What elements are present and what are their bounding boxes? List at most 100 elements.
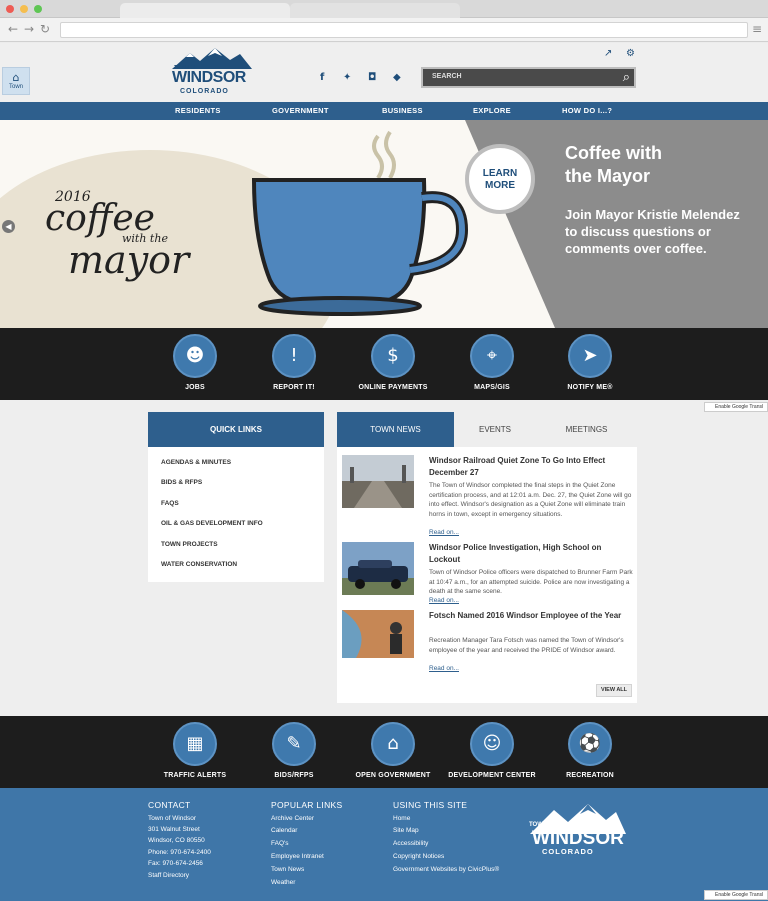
chevron-left-icon[interactable]: ◀ — [2, 220, 15, 233]
search-icon[interactable]: ⌕ — [623, 70, 630, 85]
address-bar[interactable] — [60, 22, 748, 38]
read-on-link[interactable]: Read on... — [429, 597, 459, 604]
tab-events[interactable]: EVENTS — [454, 412, 536, 447]
nav-government[interactable]: GOVERNMENT — [272, 106, 329, 115]
foursquare-icon[interactable]: ◆ — [393, 72, 401, 83]
tab-meetings[interactable]: MEETINGS — [536, 412, 637, 447]
railroad-photo[interactable] — [342, 455, 414, 508]
read-on-link[interactable]: Read on... — [429, 665, 459, 672]
site-footer: CONTACT Town of Windsor 301 Walnut Stree… — [0, 788, 768, 901]
footer-logo-state: COLORADO — [542, 847, 594, 856]
hero-title-line1: Coffee with — [565, 143, 662, 163]
share-icon[interactable]: ↗ — [604, 48, 612, 59]
logo-name: WINDSOR — [172, 69, 246, 86]
view-all-button[interactable]: VIEW ALL — [596, 684, 632, 697]
instagram-icon[interactable]: ◘ — [368, 72, 376, 83]
news-title[interactable]: Fotsch Named 2016 Windsor Employee of th… — [429, 610, 629, 622]
footer-contact-line: 301 Walnut Street — [148, 826, 200, 833]
footer-using-title: USING THIS SITE — [393, 800, 468, 810]
band-label: JOBS — [185, 384, 205, 391]
google-translate-button[interactable]: Enable Google Transl — [704, 890, 768, 900]
quick-link-item[interactable]: WATER CONSERVATION — [161, 561, 237, 568]
back-arrow-icon[interactable]: ← — [8, 22, 18, 36]
footer-link[interactable]: Employee Intranet — [271, 853, 324, 860]
menu-icon[interactable]: ≡ — [752, 22, 762, 36]
band-label: DEVELOPMENT CENTER — [448, 772, 536, 779]
band-item-open-government[interactable]: ⌂ OPEN GOVERNMENT — [348, 722, 438, 779]
footer-link[interactable]: Accessibility — [393, 840, 428, 847]
footer-link[interactable]: Archive Center — [271, 815, 314, 822]
nav-residents[interactable]: RESIDENTS — [175, 106, 221, 115]
band-item-traffic-alerts[interactable]: ▦ TRAFFIC ALERTS — [150, 722, 240, 779]
paper-plane-icon: ➤ — [568, 334, 612, 378]
band-label: REPORT IT! — [273, 384, 315, 391]
footer-link[interactable]: Site Map — [393, 827, 419, 834]
quick-link-item[interactable]: OIL & GAS DEVELOPMENT INFO — [161, 520, 263, 527]
footer-link[interactable]: Weather — [271, 879, 295, 886]
quick-link-item[interactable]: FAQS — [161, 500, 179, 507]
service-band: ▦ TRAFFIC ALERTS ✎ BIDS/RFPS ⌂ OPEN GOVE… — [0, 716, 768, 788]
band-item-recreation[interactable]: ⚽ RECREATION — [545, 722, 635, 779]
nav-explore[interactable]: EXPLORE — [473, 106, 511, 115]
close-window-button[interactable] — [6, 5, 14, 13]
hero-mayor-script: mayor — [68, 238, 190, 282]
search-input[interactable]: SEARCH ⌕ — [421, 67, 636, 88]
read-on-link[interactable]: Read on... — [429, 529, 459, 536]
band-item-online-payments[interactable]: $ ONLINE PAYMENTS — [348, 334, 438, 391]
footer-link[interactable]: Home — [393, 815, 410, 822]
quick-link-item[interactable]: AGENDAS & MINUTES — [161, 459, 231, 466]
maximize-window-button[interactable] — [34, 5, 42, 13]
footer-link[interactable]: Government Websites by CivicPlus® — [393, 866, 499, 873]
news-summary: The Town of Windsor completed the final … — [429, 482, 632, 518]
coffee-cup-illustration — [251, 130, 469, 316]
reload-icon[interactable]: ↻ — [40, 22, 50, 36]
home-button[interactable]: ⌂ Town — [2, 67, 30, 95]
worker-icon: ☺ — [470, 722, 514, 766]
site-logo[interactable]: TOWN OF WINDSOR COLORADO — [170, 47, 254, 99]
news-title[interactable]: Windsor Police Investigation, High Schoo… — [429, 542, 629, 566]
news-item: Fotsch Named 2016 Windsor Employee of th… — [342, 610, 632, 676]
browser-tab[interactable] — [120, 3, 290, 18]
nav-how-do-i[interactable]: HOW DO I...? — [562, 106, 612, 115]
nav-business[interactable]: BUSINESS — [382, 106, 423, 115]
forward-arrow-icon[interactable]: → — [24, 22, 34, 36]
band-item-report-it[interactable]: ! REPORT IT! — [249, 334, 339, 391]
footer-contact-title: CONTACT — [148, 800, 191, 810]
payment-icon: $ — [371, 334, 415, 378]
quick-links-title: QUICK LINKS — [148, 412, 324, 447]
band-item-development-center[interactable]: ☺ DEVELOPMENT CENTER — [447, 722, 537, 779]
hero-banner[interactable]: 2016 coffee with the mayor ◀ LEARN MORE … — [0, 120, 768, 328]
band-item-bids-rfps[interactable]: ✎ BIDS/RFPS — [249, 722, 339, 779]
browser-titlebar — [0, 0, 768, 18]
band-label: RECREATION — [566, 772, 614, 779]
gear-icon[interactable]: ⚙ — [626, 48, 635, 59]
minimize-window-button[interactable] — [20, 5, 28, 13]
footer-link[interactable]: FAQ's — [271, 840, 289, 847]
news-list: Windsor Railroad Quiet Zone To Go Into E… — [337, 447, 637, 703]
news-title[interactable]: Windsor Railroad Quiet Zone To Go Into E… — [429, 455, 629, 479]
band-item-jobs[interactable]: ☻ JOBS — [150, 334, 240, 391]
quick-link-item[interactable]: BIDS & RFPS — [161, 479, 202, 486]
learn-more-button[interactable]: LEARN MORE — [465, 144, 535, 214]
google-translate-button[interactable]: Enable Google Transl — [704, 402, 768, 412]
staff-directory-link[interactable]: Staff Directory — [148, 872, 189, 879]
employee-photo[interactable] — [342, 610, 414, 663]
facebook-icon[interactable]: f — [320, 72, 324, 83]
footer-link[interactable]: Town News — [271, 866, 304, 873]
band-item-notify-me[interactable]: ➤ NOTIFY ME® — [545, 334, 635, 391]
browser-tab[interactable] — [290, 3, 460, 18]
quick-link-item[interactable]: TOWN PROJECTS — [161, 541, 218, 548]
news-summary: Recreation Manager Tara Fotsch was named… — [429, 637, 624, 654]
hero-title: Coffee with the Mayor — [565, 142, 662, 188]
footer-link[interactable]: Copyright Notices — [393, 853, 444, 860]
tab-town-news[interactable]: TOWN NEWS — [337, 412, 454, 447]
alert-chat-icon: ! — [272, 334, 316, 378]
twitter-icon[interactable]: ✦ — [343, 72, 351, 83]
hero-title-line2: the Mayor — [565, 166, 651, 186]
footer-contact-line: Fax: 970-674-2456 — [148, 860, 203, 867]
search-placeholder: SEARCH — [432, 73, 462, 80]
band-item-maps-gis[interactable]: ⌖ MAPS/GIS — [447, 334, 537, 391]
home-icon: ⌂ — [12, 71, 20, 84]
police-car-photo[interactable] — [342, 542, 414, 595]
footer-link[interactable]: Calendar — [271, 827, 297, 834]
